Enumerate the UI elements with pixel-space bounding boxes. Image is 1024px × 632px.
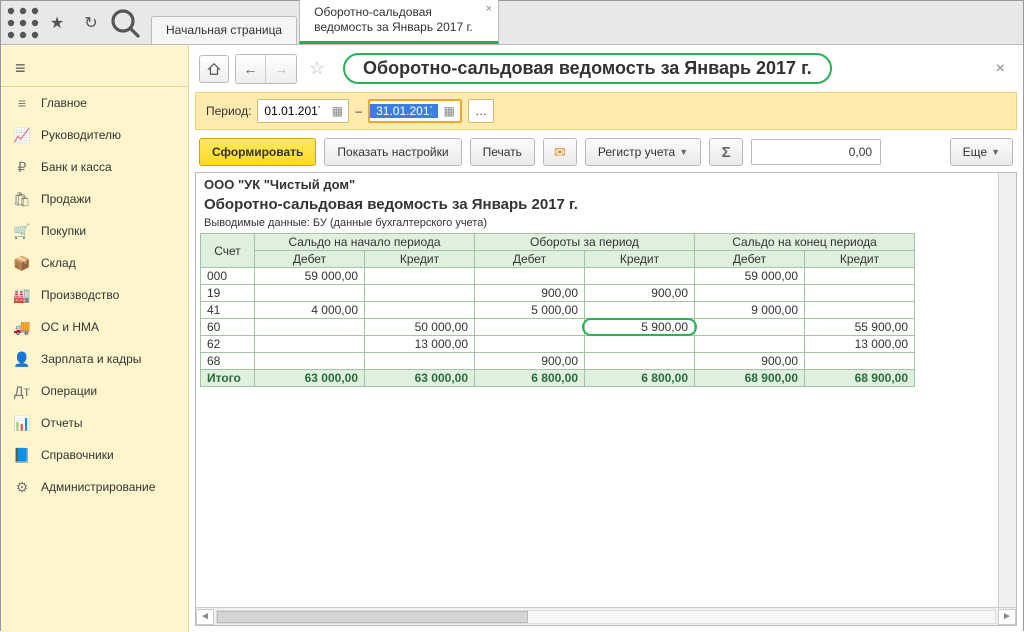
- envelope-icon: ✉: [554, 144, 566, 161]
- table-row: 414 000,005 000,009 000,00: [201, 302, 915, 319]
- hdr-turn: Обороты за период: [475, 234, 695, 251]
- sidebar-item[interactable]: 📘 Справочники: [1, 439, 188, 471]
- sidebar-icon: 📦: [13, 255, 31, 272]
- chevron-down-icon: ▼: [991, 147, 1000, 157]
- sidebar-item[interactable]: 👤 Зарплата и кадры: [1, 343, 188, 375]
- more-button[interactable]: Еще▼: [950, 138, 1013, 166]
- forward-button[interactable]: →: [266, 55, 296, 83]
- print-button[interactable]: Печать: [470, 138, 535, 166]
- hdr-close: Сальдо на конец периода: [695, 234, 915, 251]
- sidebar-item-label: Продажи: [41, 192, 91, 206]
- sidebar-icon: ₽: [13, 159, 31, 176]
- tab-label: Оборотно-сальдовая ведомость за Январь 2…: [314, 5, 473, 34]
- report-subtitle: Выводимые данные: БУ (данные бухгалтерск…: [200, 217, 998, 233]
- back-button[interactable]: ←: [236, 55, 266, 83]
- sidebar-icon: 👤: [13, 351, 31, 368]
- apps-icon[interactable]: [7, 7, 39, 39]
- hdr-open: Сальдо на начало периода: [255, 234, 475, 251]
- table-row: 6213 000,0013 000,00: [201, 336, 915, 353]
- tab-home[interactable]: Начальная страница: [151, 16, 297, 44]
- close-button[interactable]: ×: [988, 56, 1013, 82]
- sidebar-item[interactable]: 📦 Склад: [1, 247, 188, 279]
- sidebar: ≡ ≡ Главное 📈 Руководителю ₽ Банк и касса 🛍 Про…: [1, 45, 189, 632]
- hdr-acct: Счет: [201, 234, 255, 268]
- page-title: Оборотно-сальдовая ведомость за Январь 2…: [343, 53, 832, 84]
- sidebar-item-label: Руководителю: [41, 128, 121, 142]
- sidebar-item-label: Операции: [41, 384, 97, 398]
- sidebar-item-label: Банк и касса: [41, 160, 112, 174]
- form-button[interactable]: Сформировать: [199, 138, 316, 166]
- tab-report[interactable]: Оборотно-сальдовая ведомость за Январь 2…: [299, 0, 499, 44]
- star-icon[interactable]: ★: [41, 7, 73, 39]
- sidebar-icon: ⚙: [13, 479, 31, 496]
- sidebar-item-label: ОС и НМА: [41, 320, 99, 334]
- sidebar-item[interactable]: ⚙ Администрирование: [1, 471, 188, 503]
- sidebar-item[interactable]: 📊 Отчеты: [1, 407, 188, 439]
- close-icon[interactable]: ×: [486, 3, 492, 17]
- history-icon[interactable]: ↻: [75, 7, 107, 39]
- sidebar-icon: ≡: [13, 95, 31, 111]
- sidebar-icon: Дт: [13, 383, 31, 399]
- table-row: 19900,00900,00: [201, 285, 915, 302]
- sidebar-icon: 🛍: [13, 191, 31, 208]
- sidebar-icon: 🚚: [13, 319, 31, 336]
- register-button[interactable]: Регистр учета▼: [585, 138, 701, 166]
- period-label: Период:: [206, 104, 251, 118]
- sidebar-item[interactable]: 🏭 Производство: [1, 279, 188, 311]
- sidebar-item[interactable]: 🛒 Покупки: [1, 215, 188, 247]
- sidebar-icon: 🏭: [13, 287, 31, 304]
- period-dash: –: [355, 104, 362, 118]
- scroll-right-icon[interactable]: ►: [998, 609, 1016, 625]
- org-name: ООО "УК "Чистый дом": [200, 175, 998, 194]
- search-icon[interactable]: [109, 7, 141, 39]
- favorite-icon[interactable]: ☆: [303, 55, 331, 83]
- sidebar-item-label: Зарплата и кадры: [41, 352, 141, 366]
- sum-button[interactable]: Σ: [709, 138, 743, 166]
- sidebar-icon: 🛒: [13, 223, 31, 240]
- table-row-total: Итого63 000,0063 000,006 800,006 800,006…: [201, 370, 915, 387]
- sidebar-item[interactable]: ₽ Банк и касса: [1, 151, 188, 183]
- table-row: 6050 000,005 900,0055 900,00: [201, 319, 915, 336]
- show-settings-button[interactable]: Показать настройки: [324, 138, 461, 166]
- sidebar-icon: 📘: [13, 447, 31, 464]
- table-row: 68900,00900,00: [201, 353, 915, 370]
- report-table: Счет Сальдо на начало периода Обороты за…: [200, 233, 915, 387]
- sidebar-item-label: Покупки: [41, 224, 86, 238]
- menu-icon[interactable]: ≡: [1, 51, 188, 87]
- home-button[interactable]: [199, 55, 229, 83]
- period-from-input[interactable]: [258, 104, 326, 118]
- calendar-icon[interactable]: ▦: [326, 100, 348, 122]
- sigma-icon: Σ: [722, 144, 731, 161]
- email-button[interactable]: ✉: [543, 138, 577, 166]
- sidebar-item[interactable]: 🚚 ОС и НМА: [1, 311, 188, 343]
- sidebar-item-label: Отчеты: [41, 416, 82, 430]
- sidebar-item-label: Администрирование: [41, 480, 155, 494]
- tab-label: Начальная страница: [166, 23, 282, 37]
- sidebar-icon: 📊: [13, 415, 31, 432]
- sidebar-item-label: Производство: [41, 288, 119, 302]
- sidebar-item[interactable]: Дт Операции: [1, 375, 188, 407]
- calendar-icon[interactable]: ▦: [438, 100, 460, 122]
- sidebar-item-label: Справочники: [41, 448, 114, 462]
- sidebar-item[interactable]: 🛍 Продажи: [1, 183, 188, 215]
- sidebar-item[interactable]: 📈 Руководителю: [1, 119, 188, 151]
- sidebar-item[interactable]: ≡ Главное: [1, 87, 188, 119]
- horizontal-scrollbar[interactable]: ◄ ►: [196, 607, 1016, 625]
- scroll-left-icon[interactable]: ◄: [196, 609, 214, 625]
- period-picker-button[interactable]: …: [468, 99, 494, 123]
- sidebar-item-label: Главное: [41, 96, 87, 110]
- sidebar-icon: 📈: [13, 127, 31, 144]
- vertical-scrollbar[interactable]: [998, 173, 1016, 607]
- sum-field[interactable]: 0,00: [751, 139, 881, 165]
- chevron-down-icon: ▼: [679, 147, 688, 157]
- sidebar-item-label: Склад: [41, 256, 76, 270]
- table-row: 00059 000,0059 000,00: [201, 268, 915, 285]
- report-title: Оборотно-сальдовая ведомость за Январь 2…: [200, 194, 998, 217]
- period-to-input[interactable]: [370, 104, 438, 118]
